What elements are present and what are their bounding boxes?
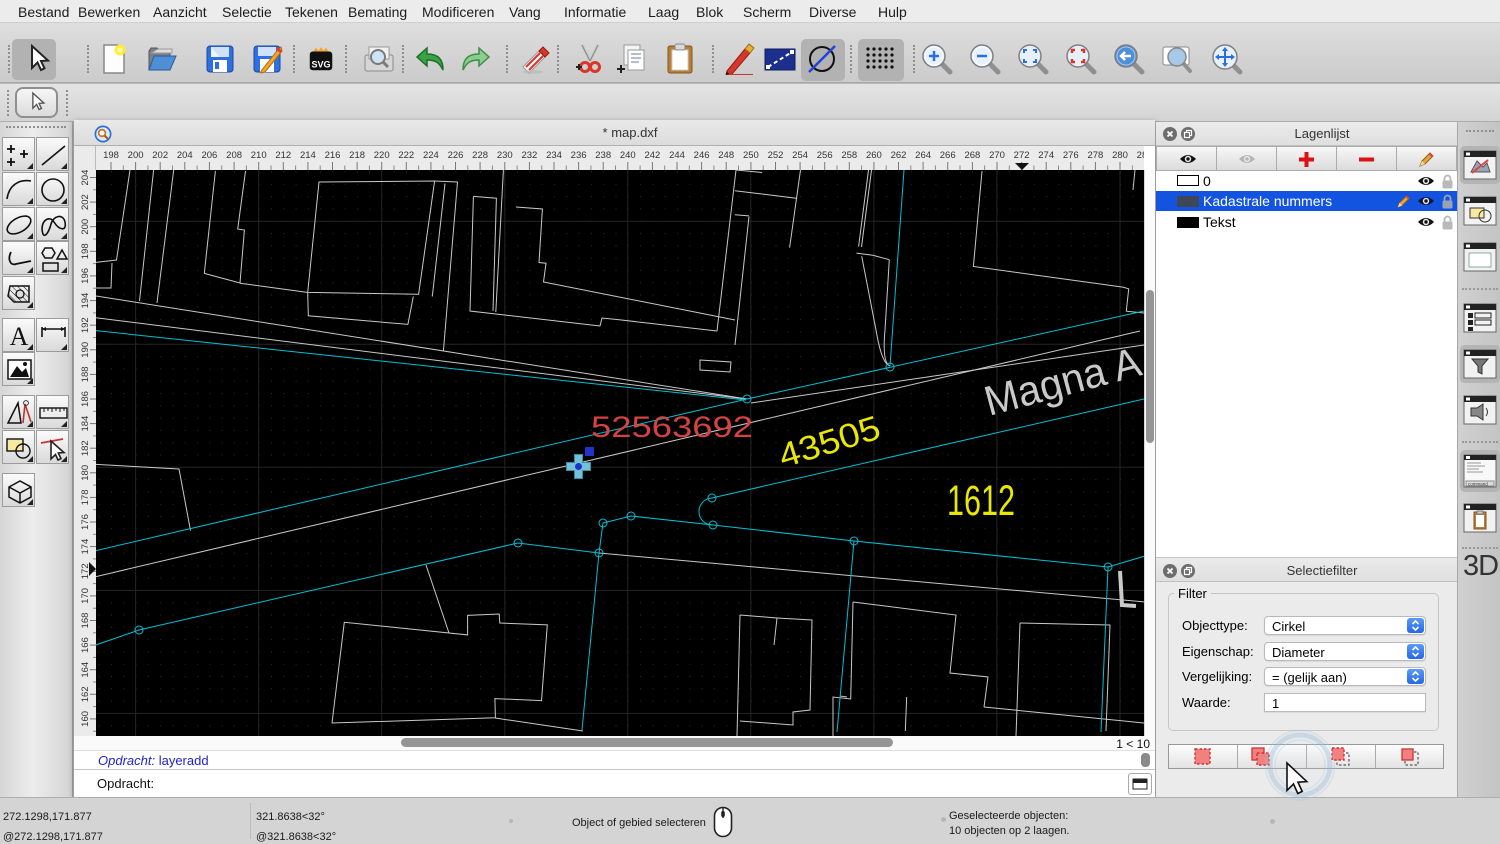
svg-text:234: 234 — [546, 150, 562, 161]
svg-text:222: 222 — [398, 150, 414, 161]
svg-text:176: 176 — [80, 514, 91, 530]
svg-text:216: 216 — [325, 150, 341, 161]
svg-text:192: 192 — [80, 317, 91, 333]
svg-text:266: 266 — [940, 150, 956, 161]
svg-text:204: 204 — [80, 170, 91, 185]
svg-text:236: 236 — [571, 150, 587, 161]
svg-text:238: 238 — [595, 150, 611, 161]
svg-text:202: 202 — [80, 194, 91, 210]
svg-text:224: 224 — [423, 150, 439, 161]
svg-text:268: 268 — [964, 150, 980, 161]
svg-text:164: 164 — [80, 662, 91, 678]
svg-text:174: 174 — [80, 539, 91, 555]
svg-text:190: 190 — [80, 342, 91, 358]
svg-text:254: 254 — [792, 150, 808, 161]
svg-text:260: 260 — [866, 150, 882, 161]
svg-text:SVG: SVG — [311, 59, 330, 69]
svg-text:182: 182 — [80, 440, 91, 456]
svg-text:270: 270 — [989, 150, 1005, 161]
svg-text:248: 248 — [718, 150, 734, 161]
svg-text:170: 170 — [80, 588, 91, 604]
svg-text:168: 168 — [80, 613, 91, 629]
svg-text:220: 220 — [374, 150, 390, 161]
svg-text:256: 256 — [817, 150, 833, 161]
svg-text:240: 240 — [620, 150, 636, 161]
svg-text:160: 160 — [80, 711, 91, 727]
svg-text:198: 198 — [80, 243, 91, 259]
svg-text:244: 244 — [669, 150, 685, 161]
svg-text:184: 184 — [80, 416, 91, 432]
svg-text:186: 186 — [80, 391, 91, 407]
svg-text:276: 276 — [1063, 150, 1079, 161]
svg-text:258: 258 — [841, 150, 857, 161]
svg-text:242: 242 — [644, 150, 660, 161]
svg-text:210: 210 — [251, 150, 267, 161]
svg-text:162: 162 — [80, 686, 91, 702]
svg-text:250: 250 — [743, 150, 759, 161]
svg-text:262: 262 — [891, 150, 907, 161]
svg-text:1612: 1612 — [947, 477, 1015, 525]
svg-text:52563692: 52563692 — [591, 411, 753, 444]
svg-text:280: 280 — [1112, 150, 1128, 161]
svg-text:194: 194 — [80, 293, 91, 309]
svg-text:230: 230 — [497, 150, 513, 161]
svg-text:206: 206 — [201, 150, 217, 161]
svg-text:282: 282 — [1137, 150, 1144, 161]
svg-text:198: 198 — [103, 150, 119, 161]
svg-text:204: 204 — [177, 150, 193, 161]
svg-text:166: 166 — [80, 637, 91, 653]
svg-text:246: 246 — [694, 150, 710, 161]
svg-text:200: 200 — [128, 150, 144, 161]
svg-text:272: 272 — [1014, 150, 1030, 161]
svg-text:218: 218 — [349, 150, 365, 161]
svg-text:212: 212 — [275, 150, 291, 161]
svg-text:232: 232 — [521, 150, 537, 161]
svg-text:command: command — [1468, 482, 1488, 487]
svg-text:208: 208 — [226, 150, 242, 161]
svg-text:228: 228 — [472, 150, 488, 161]
svg-text:180: 180 — [80, 465, 91, 481]
svg-text:264: 264 — [915, 150, 931, 161]
svg-text:200: 200 — [80, 219, 91, 235]
svg-text:214: 214 — [300, 150, 316, 161]
svg-text:A: A — [10, 322, 29, 351]
svg-text:202: 202 — [152, 150, 168, 161]
svg-text:188: 188 — [80, 366, 91, 382]
svg-text:226: 226 — [448, 150, 464, 161]
svg-text:278: 278 — [1087, 150, 1103, 161]
svg-text:196: 196 — [80, 268, 91, 284]
svg-text:178: 178 — [80, 489, 91, 505]
svg-text:252: 252 — [768, 150, 784, 161]
svg-text:274: 274 — [1038, 150, 1054, 161]
